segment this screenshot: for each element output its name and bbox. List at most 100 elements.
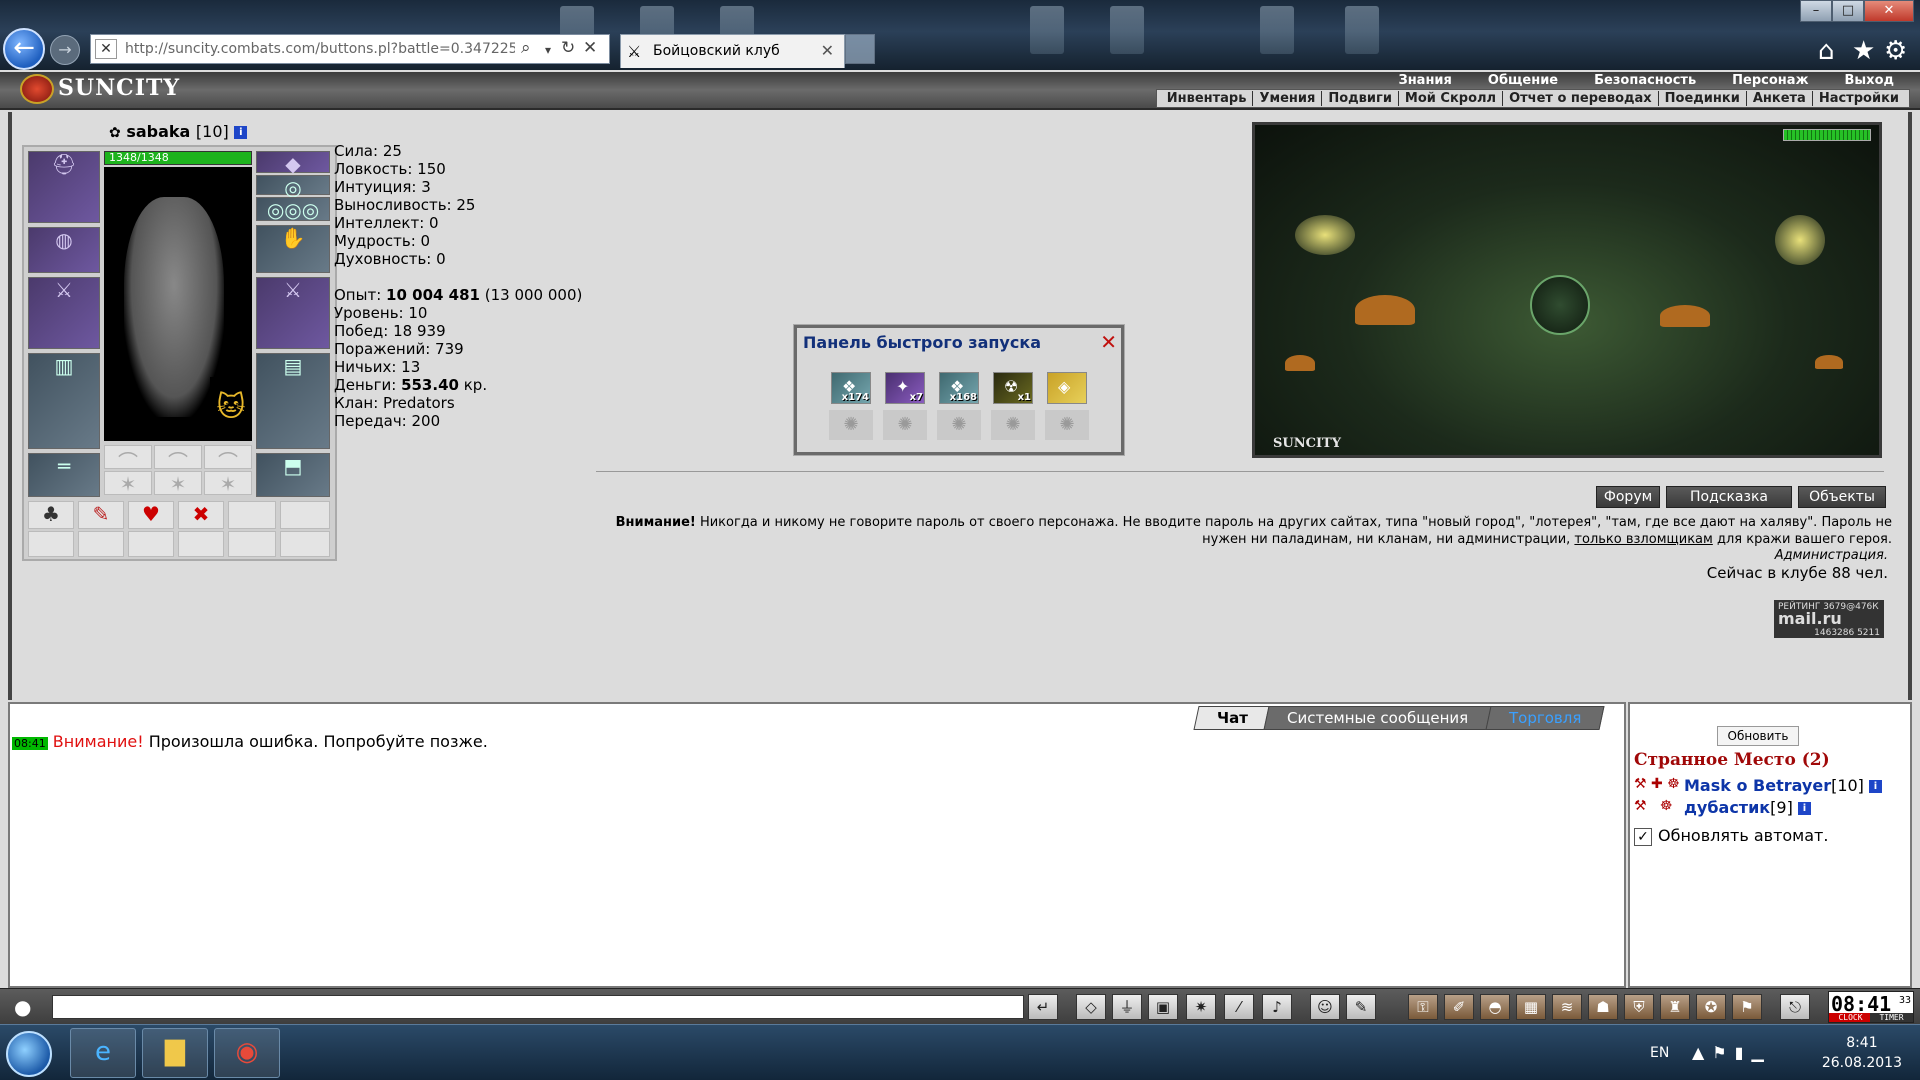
scroll-slot[interactable] (178, 531, 224, 557)
auto-refresh-checkbox[interactable]: ✓ (1634, 827, 1652, 846)
scroll-slot[interactable] (280, 501, 330, 529)
forum-button[interactable]: Форум (1596, 486, 1660, 508)
explorer-folder-icon[interactable]: ▇ (142, 1028, 208, 1078)
helmet-slot[interactable]: ⛑ (28, 151, 100, 223)
chrome-icon[interactable]: ◉ (214, 1028, 280, 1078)
filter-icon[interactable]: ⏚ (1112, 994, 1142, 1020)
earrings-slot[interactable]: ◍ (28, 227, 100, 273)
ie-icon[interactable]: e (70, 1028, 136, 1078)
submenu-skills[interactable]: Умения (1253, 91, 1323, 106)
chat-timestamp[interactable]: 08:41 (12, 737, 48, 750)
tab-system-messages[interactable]: Системные сообщения (1263, 706, 1493, 730)
scroll-slot[interactable] (228, 531, 276, 557)
minimize-button[interactable]: – (1800, 0, 1832, 22)
quick-empty-slot[interactable]: ✺ (883, 410, 927, 440)
refresh-button[interactable]: Обновить (1717, 726, 1799, 746)
clock-label[interactable]: CLOCK (1829, 1013, 1872, 1022)
maximize-button[interactable]: □ (1832, 0, 1864, 22)
save-log-icon[interactable]: ▣ (1148, 994, 1178, 1020)
quick-item-scroll-1[interactable]: ❖ x174 (831, 372, 871, 404)
search-icon[interactable]: ⌕ (521, 38, 531, 58)
pet-icon[interactable]: 🐱 (210, 377, 252, 439)
boots-slot[interactable]: ⬒ (256, 453, 330, 497)
submenu-achievements[interactable]: Подвиги (1322, 91, 1399, 106)
scroll-slot[interactable]: ✖ (178, 501, 224, 529)
new-tab-button[interactable] (845, 34, 875, 64)
tray-icons[interactable]: ▲⚑▮▁ (1692, 1043, 1772, 1062)
empty-slot[interactable]: ✶ (154, 471, 202, 496)
info-icon[interactable]: i (1869, 780, 1883, 793)
scroll-slot[interactable]: ♣ (28, 501, 74, 529)
chat-message-input[interactable] (52, 995, 1024, 1019)
quick-empty-slot[interactable]: ✺ (1045, 410, 1089, 440)
tab-combats[interactable]: ⚔ Бойцовский клуб ✕ (620, 34, 845, 68)
tab-chat[interactable]: Чат (1192, 706, 1271, 730)
weapon-right-slot[interactable]: ⚔ (256, 277, 330, 349)
back-button[interactable]: ← (3, 28, 45, 70)
system-clock[interactable]: 8:41 26.08.2013 (1822, 1033, 1902, 1073)
flag-icon[interactable]: ⚑ (1732, 994, 1762, 1020)
user-action-icons[interactable]: ⚒ ☸ (1634, 798, 1672, 814)
armor-slot[interactable]: ▥ (28, 353, 100, 449)
bag-icon[interactable]: ◓ (1480, 994, 1510, 1020)
quick-item-scroll-3[interactable]: ❖ x168 (939, 372, 979, 404)
quick-item-scroll-2[interactable]: ✦ x7 (885, 372, 925, 404)
character-name-text[interactable]: sabaka (126, 122, 190, 141)
send-icon[interactable]: ↵ (1028, 994, 1058, 1020)
scroll-slot[interactable] (280, 531, 330, 557)
empty-slot[interactable]: ⌒ (204, 445, 252, 474)
quick-empty-slot[interactable]: ✺ (991, 410, 1035, 440)
favorites-star-icon[interactable]: ★ (1852, 36, 1875, 66)
dropdown-icon[interactable]: ▾ (545, 43, 551, 57)
scroll-icon[interactable]: ≋ (1552, 994, 1582, 1020)
scroll-slot[interactable] (78, 531, 124, 557)
quick-empty-slot[interactable]: ✺ (829, 410, 873, 440)
submenu-settings[interactable]: Настройки (1813, 91, 1905, 106)
quick-empty-slot[interactable]: ✺ (937, 410, 981, 440)
submenu-my-scroll[interactable]: Мой Скролл (1399, 91, 1504, 106)
scroll-slot[interactable] (228, 501, 276, 529)
exit-icon[interactable]: ⎋ (1780, 994, 1810, 1020)
address-bar[interactable]: ✕ http://suncity.combats.com/buttons.pl?… (90, 34, 610, 64)
forward-button[interactable]: → (50, 35, 80, 65)
eraser-icon[interactable]: ◇ (1076, 994, 1106, 1020)
language-indicator[interactable]: EN (1650, 1045, 1669, 1061)
translit-icon[interactable]: ✎ (1346, 994, 1376, 1020)
sound-icon[interactable]: ♪ (1262, 994, 1292, 1020)
quick-item-scroll-4[interactable]: ☢ x1 (993, 372, 1033, 404)
close-window-button[interactable]: ✕ (1864, 0, 1914, 22)
chest-icon[interactable]: ▦ (1516, 994, 1546, 1020)
scroll-slot[interactable] (28, 531, 74, 557)
speech-icon[interactable]: ● (14, 995, 31, 1019)
submenu-duels[interactable]: Поединки (1659, 91, 1747, 106)
settings-gear-icon[interactable]: ⚙ (1884, 36, 1907, 66)
amulet-slot[interactable]: ◆ (256, 151, 330, 176)
scroll-slot[interactable]: ✎ (78, 501, 124, 529)
refresh-icon[interactable]: ↻ (561, 38, 575, 58)
hint-button[interactable]: Подсказка (1666, 486, 1792, 508)
user-name[interactable]: дубастик (1684, 798, 1770, 817)
empty-slot[interactable]: ⌒ (154, 445, 202, 474)
empty-slot[interactable]: ✶ (204, 471, 252, 496)
fighter-icon[interactable]: ✷ (1186, 994, 1216, 1020)
user-action-icons[interactable]: ⚒ ✚ ☸ (1634, 776, 1680, 792)
info-icon[interactable]: i (234, 126, 248, 139)
smiley-icon[interactable]: ☺ (1310, 994, 1340, 1020)
private-icon[interactable]: ⁄ (1224, 994, 1254, 1020)
info-icon[interactable]: i (1797, 802, 1811, 815)
quick-item-scroll-5[interactable]: ◈ (1047, 372, 1087, 404)
shield-icon[interactable]: ⛨ (1624, 994, 1654, 1020)
scroll-slot[interactable] (128, 531, 174, 557)
submenu-profile[interactable]: Анкета (1747, 91, 1813, 106)
weapon-left-slot[interactable]: ⚔ (28, 277, 100, 349)
user-name[interactable]: Mask o Betrayer (1684, 776, 1831, 795)
hackers-link[interactable]: только взломщикам (1574, 532, 1712, 547)
location-image[interactable]: SUNCITY (1252, 122, 1882, 458)
emblem-icon[interactable]: ✪ (1696, 994, 1726, 1020)
empty-slot[interactable]: ⌒ (104, 445, 152, 474)
tab-close-icon[interactable]: ✕ (821, 41, 834, 60)
submenu-transfer-report[interactable]: Отчет о переводах (1503, 91, 1659, 106)
rings-slot[interactable]: ◎◎◎ (256, 197, 330, 222)
belt-slot[interactable]: ═ (28, 453, 100, 497)
tab-trade[interactable]: Торговля (1485, 706, 1605, 730)
